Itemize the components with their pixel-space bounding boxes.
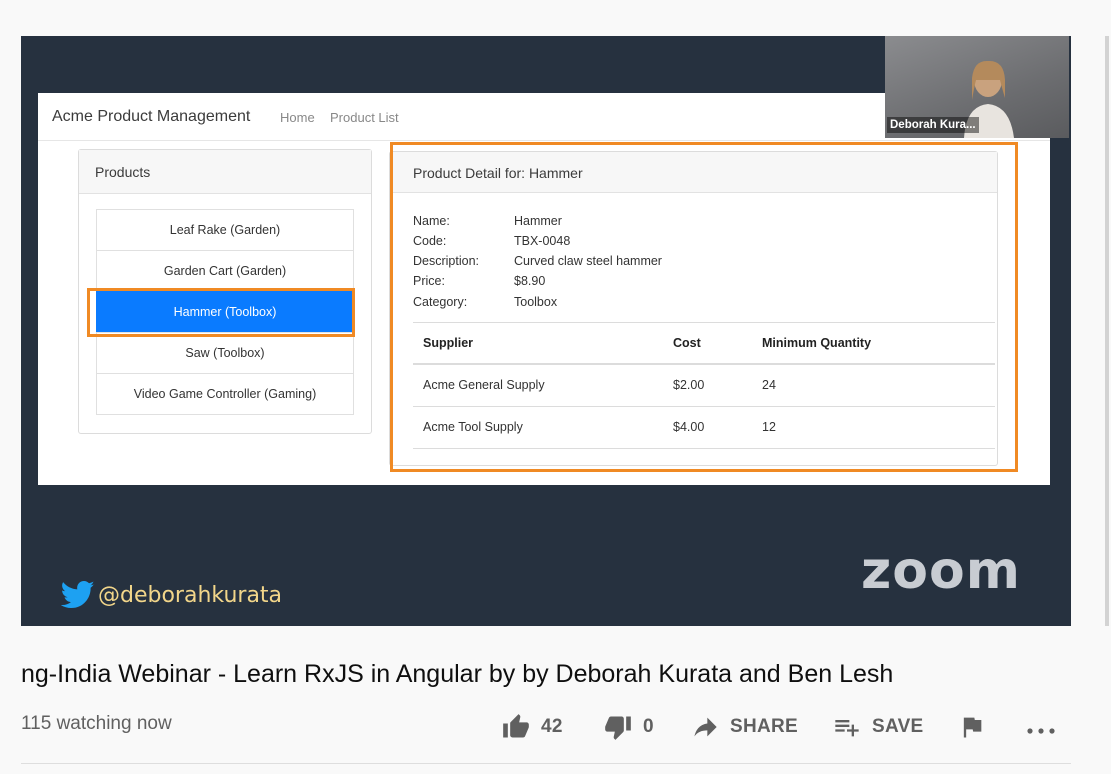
flag-icon xyxy=(963,717,982,738)
section-divider xyxy=(21,763,1071,764)
participant-name-label: Deborah Kura... xyxy=(887,117,979,133)
thumbs-up-icon xyxy=(503,714,529,738)
selection-highlight-box xyxy=(87,288,355,337)
dislike-button[interactable]: 0 xyxy=(603,710,654,744)
thumbs-down-icon xyxy=(605,716,631,740)
more-actions-button[interactable] xyxy=(1024,710,1058,744)
app-brand: Acme Product Management xyxy=(52,108,251,125)
products-panel-header: Products xyxy=(79,150,371,194)
zoom-logo: zoom xyxy=(861,541,1021,601)
share-label: SHARE xyxy=(730,716,799,737)
more-icon xyxy=(1027,728,1055,734)
twitter-handle-overlay: @deborahkurata xyxy=(61,580,282,610)
nav-home-link[interactable]: Home xyxy=(280,110,315,125)
share-icon xyxy=(694,717,717,737)
scrollbar-thumb[interactable] xyxy=(1105,36,1109,626)
participant-video-tile: Deborah Kura... xyxy=(885,36,1069,138)
video-player[interactable]: Acme Product Management Home Product Lis… xyxy=(21,36,1071,626)
share-button[interactable]: SHARE xyxy=(690,710,798,744)
twitter-icon xyxy=(61,580,95,609)
like-button[interactable]: 42 xyxy=(501,710,563,744)
video-title: ng-India Webinar - Learn RxJS in Angular… xyxy=(21,660,894,688)
product-item-saw[interactable]: Saw (Toolbox) xyxy=(96,332,354,374)
playlist-add-icon xyxy=(835,720,859,737)
product-item-garden-cart[interactable]: Garden Cart (Garden) xyxy=(96,250,354,292)
like-count: 42 xyxy=(541,716,563,737)
product-item-leaf-rake[interactable]: Leaf Rake (Garden) xyxy=(96,209,354,251)
save-button[interactable]: SAVE xyxy=(832,710,924,744)
product-item-video-game-controller[interactable]: Video Game Controller (Gaming) xyxy=(96,373,354,415)
page-scrollbar[interactable] xyxy=(1103,36,1111,626)
detail-highlight-box xyxy=(390,142,1018,472)
nav-product-list-link[interactable]: Product List xyxy=(330,110,399,125)
dislike-count: 0 xyxy=(643,716,654,737)
watching-count: 115 watching now xyxy=(21,713,172,734)
products-panel-title: Products xyxy=(95,164,151,180)
save-label: SAVE xyxy=(872,716,924,737)
twitter-handle: @deborahkurata xyxy=(98,582,283,608)
report-button[interactable] xyxy=(958,710,986,744)
